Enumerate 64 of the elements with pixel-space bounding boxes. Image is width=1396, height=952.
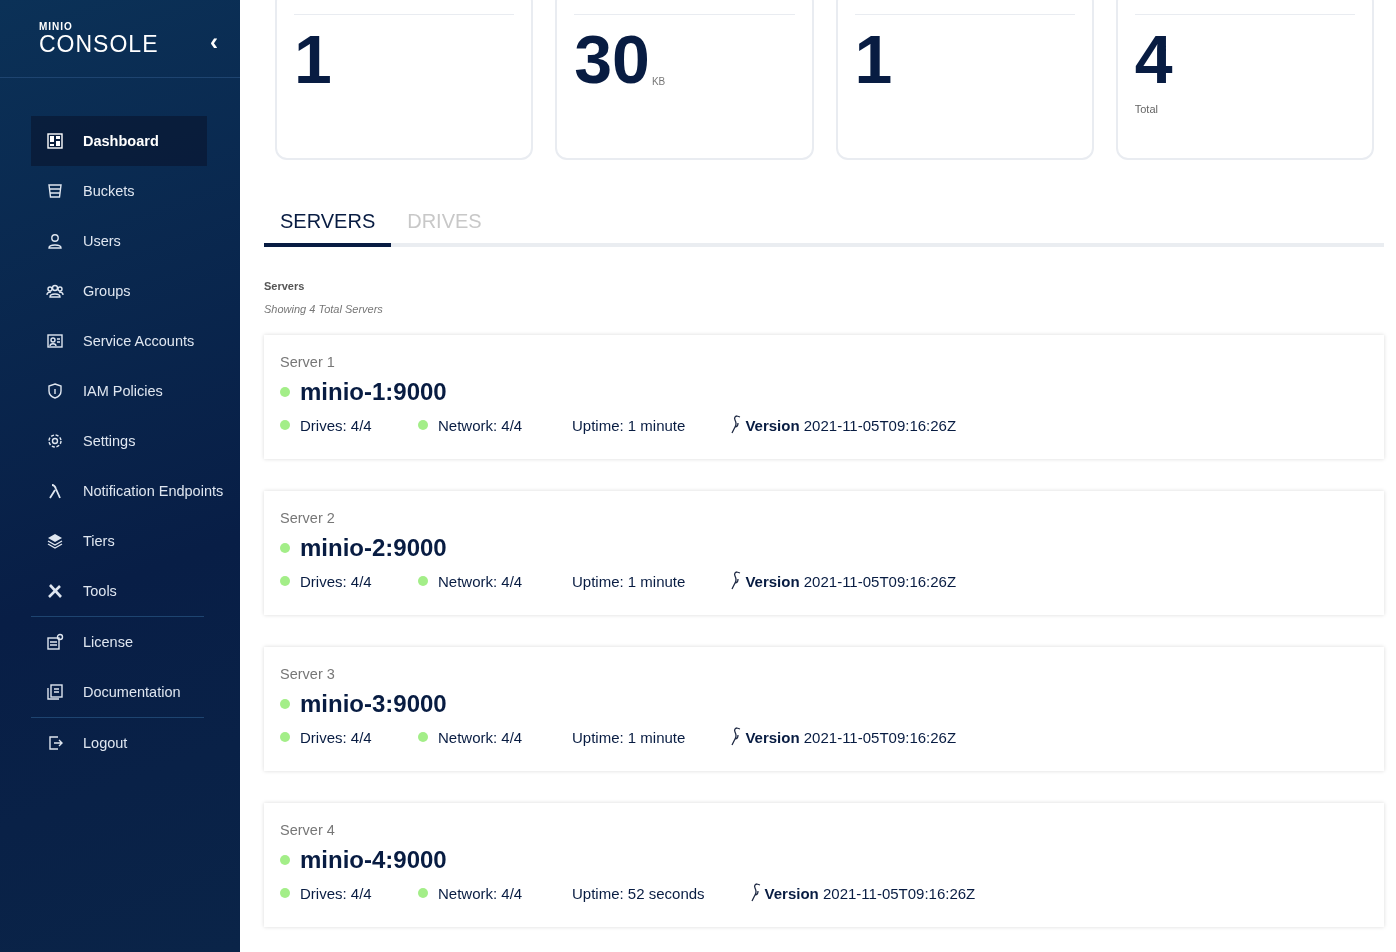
lambda-icon bbox=[46, 482, 64, 500]
settings-icon bbox=[46, 432, 64, 450]
server-label: Server 4 bbox=[280, 822, 336, 838]
sidebar-item[interactable]: License bbox=[31, 617, 240, 667]
drives-status: Drives: 4/4 bbox=[300, 416, 372, 434]
sidebar-item[interactable]: Users bbox=[31, 216, 240, 266]
user-icon bbox=[46, 232, 64, 250]
tab[interactable]: SERVERS bbox=[264, 200, 392, 247]
bird-icon bbox=[729, 571, 742, 591]
network-status: Network: 4/4 bbox=[438, 416, 523, 434]
sidebar-item[interactable]: Dashboard bbox=[31, 116, 207, 166]
server-endpoint: minio-3:9000 bbox=[300, 690, 447, 718]
stat-unit: KB bbox=[651, 76, 666, 87]
uptime-text: Uptime: 52 seconds bbox=[572, 884, 705, 902]
id-card-icon bbox=[46, 332, 64, 350]
shield-icon bbox=[46, 382, 64, 400]
stat-value: 30 bbox=[574, 25, 650, 93]
documents-icon bbox=[46, 683, 64, 701]
stat-value: 1 bbox=[294, 25, 332, 93]
server-endpoint: minio-2:9000 bbox=[300, 534, 447, 562]
server-endpoint: minio-1:9000 bbox=[300, 378, 447, 406]
uptime-text: Uptime: 1 minute bbox=[572, 416, 686, 434]
logo-title: CONSOLE bbox=[39, 32, 159, 56]
dashboard-icon bbox=[46, 132, 64, 150]
network-status: Network: 4/4 bbox=[438, 728, 523, 746]
version-text: Version 2021-11-05T09:16:26Z bbox=[745, 572, 957, 590]
server-label: Server 3 bbox=[280, 666, 336, 682]
sidebar-item[interactable]: Service Accounts bbox=[31, 316, 240, 366]
version-text: Version 2021-11-05T09:16:26Z bbox=[745, 416, 957, 434]
layers-icon bbox=[46, 532, 64, 550]
sidebar-item[interactable]: IAM Policies bbox=[31, 366, 240, 416]
server-endpoint: minio-4:9000 bbox=[300, 846, 447, 874]
uptime-text: Uptime: 1 minute bbox=[572, 728, 686, 746]
drives-status: Drives: 4/4 bbox=[300, 728, 372, 746]
bird-icon bbox=[729, 727, 742, 747]
collapse-button[interactable]: ‹ bbox=[206, 29, 222, 54]
sidebar-item[interactable]: Buckets bbox=[31, 166, 240, 216]
logo-wordmark: MINIO bbox=[39, 21, 74, 32]
network-status: Network: 4/4 bbox=[438, 572, 523, 590]
sidebar-item[interactable]: Notification Endpoints bbox=[31, 466, 240, 516]
server-label: Server 2 bbox=[280, 510, 336, 526]
network-status: Network: 4/4 bbox=[438, 884, 523, 902]
bucket-icon bbox=[46, 182, 64, 200]
stat-value: 4 bbox=[1134, 25, 1173, 93]
drives-status: Drives: 4/4 bbox=[300, 572, 372, 590]
section-subtitle: Showing 4 Total Servers bbox=[264, 303, 384, 315]
sidebar-item[interactable]: Tiers bbox=[31, 516, 240, 566]
sidebar-item[interactable]: Documentation bbox=[31, 667, 240, 717]
sidebar-item[interactable]: Tools bbox=[31, 566, 240, 616]
section-title: Servers bbox=[264, 280, 306, 292]
bird-icon bbox=[729, 415, 742, 435]
uptime-text: Uptime: 1 minute bbox=[572, 572, 686, 590]
version-text: Version 2021-11-05T09:16:26Z bbox=[745, 728, 957, 746]
server-label: Server 1 bbox=[280, 354, 336, 370]
group-icon bbox=[46, 282, 64, 300]
logout-icon bbox=[46, 734, 64, 752]
document-icon bbox=[46, 633, 64, 651]
stat-value: 1 bbox=[854, 25, 893, 93]
drives-status: Drives: 4/4 bbox=[300, 884, 372, 902]
sidebar-item[interactable]: Groups bbox=[31, 266, 240, 316]
version-text: Version 2021-11-05T09:16:26Z bbox=[764, 884, 976, 902]
sidebar-item[interactable]: Logout bbox=[31, 718, 240, 768]
sidebar-item[interactable]: Settings bbox=[31, 416, 240, 466]
stat-caption: Total bbox=[1134, 103, 1159, 115]
